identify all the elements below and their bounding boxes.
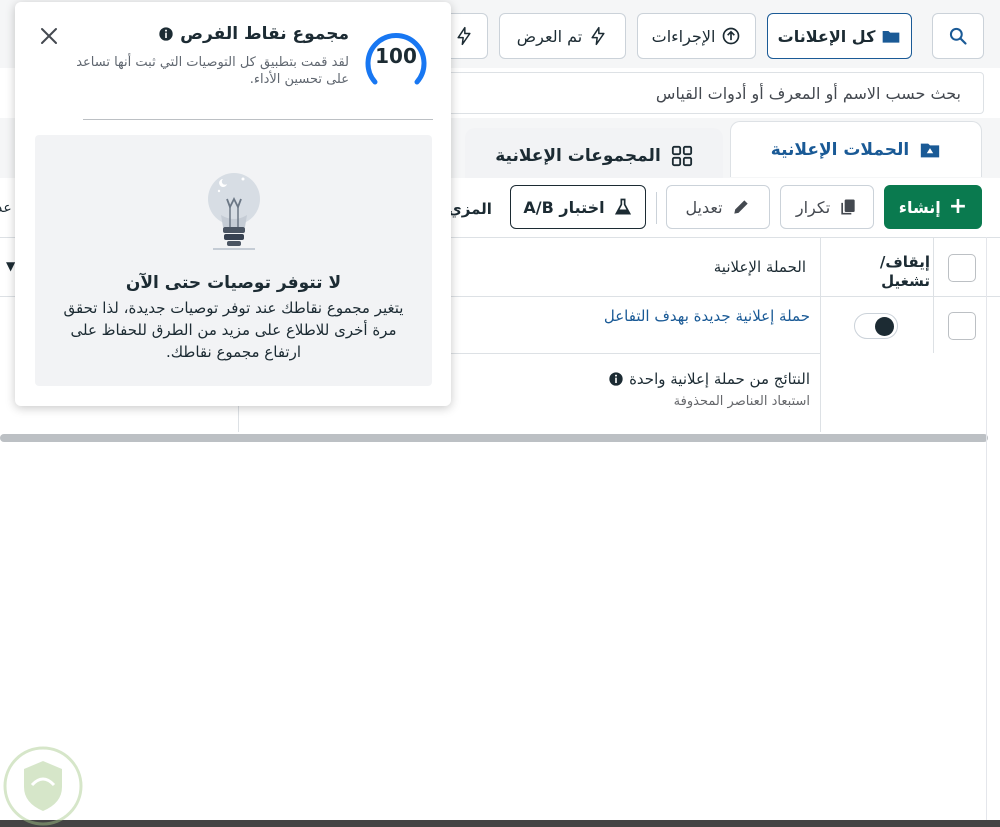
ads-manager-page: كل الإعلانات الإجراءات تم العرض بحث حسب … (0, 0, 1000, 827)
empty-state-title: لا تتوفر توصيات حتى الآن (125, 273, 342, 293)
divider (656, 192, 657, 224)
popover-title-row: مجموع نقاط الفرص (158, 24, 349, 44)
flask-icon (614, 198, 631, 215)
ab-test-button[interactable]: اختبار A/B (510, 185, 646, 229)
actions-label: الإجراءات (651, 26, 716, 46)
folder-icon (883, 31, 900, 43)
info-icon[interactable] (158, 26, 174, 42)
close-icon[interactable] (37, 24, 61, 48)
popover-title: مجموع نقاط الفرص (180, 24, 349, 44)
all-ads-label: كل الإعلانات (777, 26, 876, 46)
opportunity-score-popover: مجموع نقاط الفرص لقد قمت بتطبيق كل التوص… (15, 2, 451, 406)
results-label: النتائج من حملة إعلانية واحدة (629, 370, 810, 388)
select-all-checkbox[interactable] (948, 254, 976, 282)
exclude-deleted-text: استبعاد العناصر المحذوفة (673, 394, 810, 409)
watermark-shield-logo (3, 746, 83, 826)
score-value: 100 (375, 44, 417, 68)
toggle-knob (875, 317, 894, 336)
horizontal-scrollbar[interactable] (0, 434, 988, 442)
shown-label: تم العرض (516, 26, 583, 46)
toggle-column-header[interactable]: إيقاف/ تشغيل (870, 253, 930, 291)
row-checkbox[interactable] (948, 312, 976, 340)
column-divider (933, 237, 934, 353)
bottom-edge (0, 820, 1000, 827)
campaign-column-header[interactable]: الحملة الإعلانية (714, 258, 806, 276)
campaign-toggle[interactable] (854, 313, 898, 339)
results-summary: النتائج من حملة إعلانية واحدة (608, 370, 810, 388)
campaign-name-link[interactable]: حملة إعلانية جديدة بهدف التفاعل (604, 307, 810, 325)
duplicate-label: تكرار (795, 197, 831, 217)
search-button[interactable] (932, 13, 984, 59)
search-placeholder: بحث حسب الاسم أو المعرف أو أدوات القياس (655, 83, 961, 103)
tab-campaigns-label: الحملات الإعلانية (770, 139, 910, 160)
duplicate-icon (841, 199, 855, 215)
edit-button[interactable]: تعديل (666, 185, 770, 229)
column-sort-icon[interactable]: ▼ (6, 259, 15, 273)
actions-button[interactable]: الإجراءات (637, 13, 756, 59)
upload-circle-icon (723, 27, 740, 45)
lightbulb-illustration-icon (208, 173, 260, 250)
tab-ad-sets-label: المجموعات الإعلانية (495, 146, 661, 166)
lightning-icon (457, 26, 471, 46)
panel-edge (986, 237, 987, 827)
pencil-icon (733, 200, 748, 214)
popover-description: لقد قمت بتطبيق كل التوصيات التي ثبت أنها… (76, 55, 349, 87)
column-divider (820, 237, 821, 432)
search-icon (949, 27, 967, 45)
campaign-folder-icon (921, 143, 940, 157)
tab-ad-sets[interactable]: المجموعات الإعلانية (465, 128, 723, 184)
info-icon[interactable] (608, 371, 624, 387)
all-ads-button[interactable]: كل الإعلانات (767, 13, 912, 59)
create-button[interactable]: + إنشاء (884, 185, 982, 229)
empty-state-body: يتغير مجموع نقاطك عند توفر توصيات جديدة،… (63, 299, 404, 361)
duplicate-button[interactable]: تكرار (780, 185, 874, 229)
tab-campaigns[interactable]: الحملات الإعلانية (730, 121, 982, 177)
plus-icon: + (948, 194, 968, 219)
popover-divider (83, 119, 433, 120)
grid-icon (671, 145, 692, 167)
cutoff-control[interactable]: عد (0, 200, 12, 216)
create-label: إنشاء (898, 197, 941, 217)
lightning-icon (591, 26, 605, 46)
edit-label: تعديل (685, 197, 723, 217)
empty-state-card: لا تتوفر توصيات حتى الآن يتغير مجموع نقا… (35, 135, 432, 386)
shown-button[interactable]: تم العرض (499, 13, 626, 59)
more-button[interactable]: المزي (448, 200, 492, 218)
ab-test-label: اختبار A/B (523, 197, 605, 217)
